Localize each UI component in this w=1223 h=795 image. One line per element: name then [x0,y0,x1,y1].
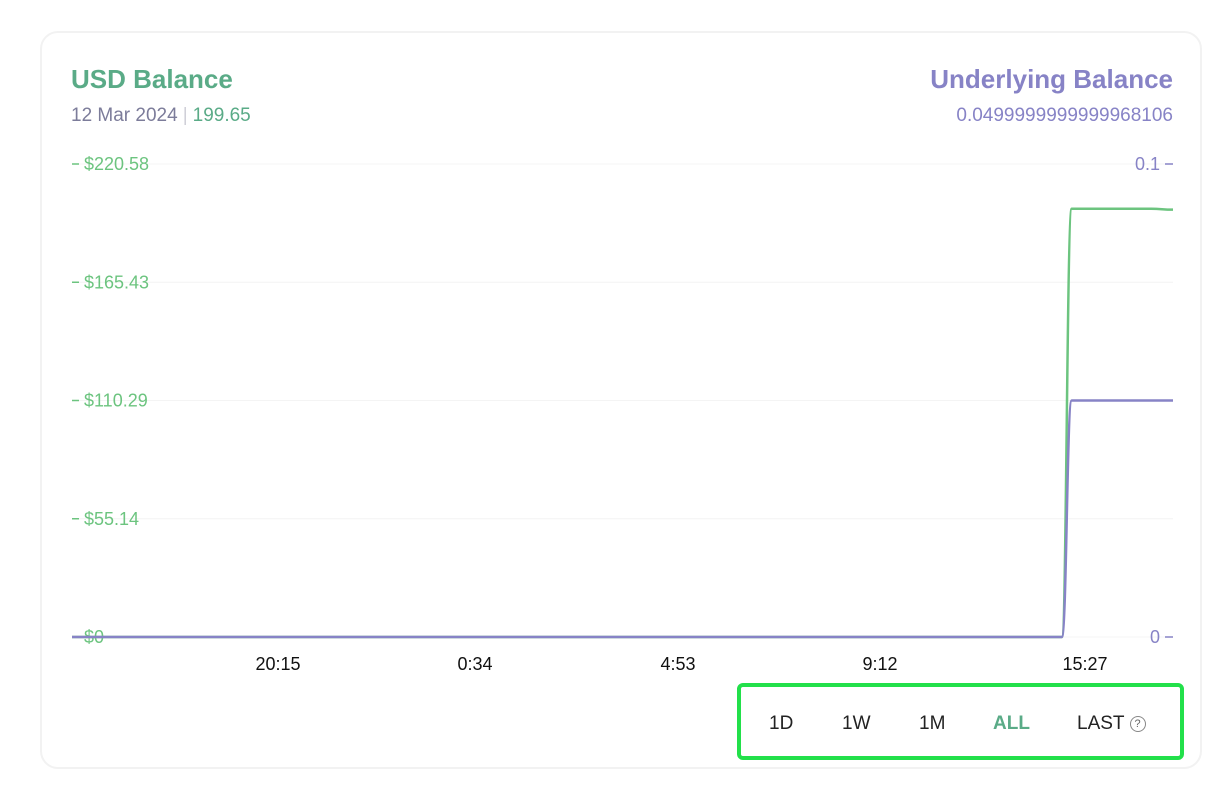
x-tick-label: 0:34 [457,654,492,674]
range-last-button[interactable]: LAST? [1077,713,1146,735]
usd-balance-line [72,207,1174,639]
x-tick-label: 9:12 [862,654,897,674]
left-tick-label: $220.58 [84,154,149,174]
x-tick-label: 4:53 [660,654,695,674]
right-tick-label: 0.1 [1135,154,1160,174]
range-all-button[interactable]: ALL [993,713,1030,735]
left-y-axis: $0$55.14$110.29$165.43$220.58 [72,154,149,647]
series-lines [72,207,1174,639]
left-tick-label: $55.14 [84,509,139,529]
x-tick-label: 20:15 [255,654,300,674]
x-axis: 20:15 0:34 4:53 9:12 15:27 [255,654,1107,674]
right-tick-label: 0 [1150,627,1160,647]
grid-lines [72,163,1173,638]
left-tick-label: $165.43 [84,272,149,292]
range-1d-button[interactable]: 1D [769,713,793,735]
left-tick-label: $110.29 [84,391,148,411]
range-1w-button[interactable]: 1W [842,713,871,735]
range-last-label: LAST [1077,713,1125,734]
balance-chart[interactable]: $0$55.14$110.29$165.43$220.58 00.1 20:15… [0,0,1223,795]
x-tick-label: 15:27 [1062,654,1107,674]
help-icon[interactable]: ? [1129,715,1146,732]
range-1m-button[interactable]: 1M [919,713,945,735]
